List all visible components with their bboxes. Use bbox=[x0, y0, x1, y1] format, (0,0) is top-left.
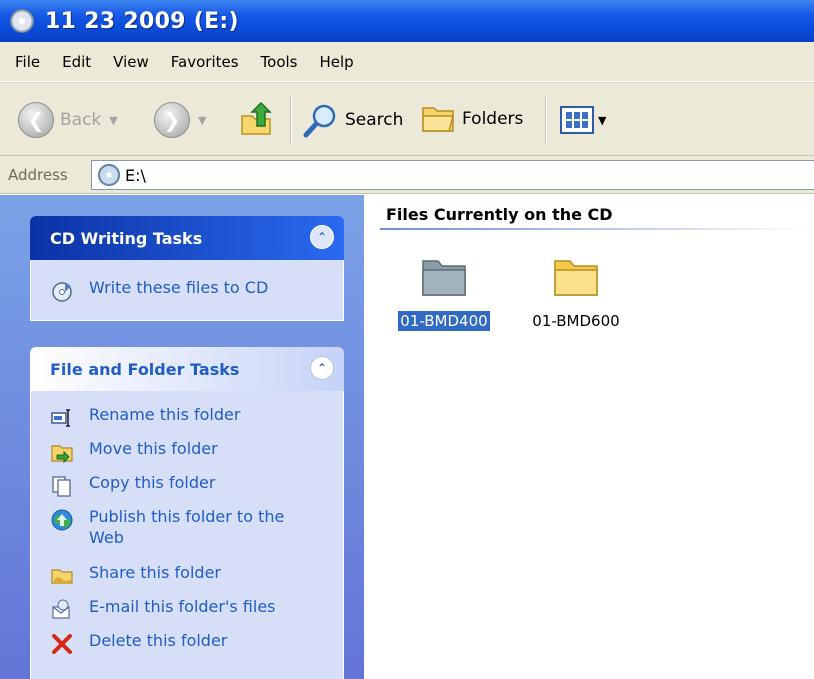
task-label: Copy this folder bbox=[89, 473, 216, 492]
share-icon bbox=[51, 569, 73, 584]
task-move-folder[interactable]: Move this folder bbox=[31, 435, 343, 469]
back-dropdown-icon[interactable]: ▼ bbox=[109, 114, 117, 127]
back-button[interactable]: ❮ Back ▼ bbox=[18, 102, 118, 138]
views-button[interactable]: ▼ bbox=[560, 106, 606, 134]
cd-writing-tasks-header[interactable]: CD Writing Tasks ⌃ bbox=[30, 216, 344, 260]
copy-icon bbox=[52, 476, 71, 497]
task-label: Share this folder bbox=[89, 563, 221, 582]
forward-arrow-icon: ❯ bbox=[154, 102, 190, 138]
address-bar: Address E:\ bbox=[0, 156, 814, 194]
menu-file[interactable]: File bbox=[0, 53, 51, 71]
address-label: Address bbox=[8, 165, 68, 184]
back-label: Back bbox=[60, 110, 102, 130]
address-value: E:\ bbox=[125, 165, 146, 185]
folder-name[interactable]: 01-BMD400 bbox=[398, 311, 490, 331]
folder-icon bbox=[422, 260, 466, 296]
delete-icon bbox=[52, 634, 72, 654]
views-dropdown-icon[interactable]: ▼ bbox=[598, 114, 606, 127]
task-label: E-mail this folder's files bbox=[89, 597, 276, 616]
email-icon bbox=[52, 599, 70, 619]
menu-edit[interactable]: Edit bbox=[51, 53, 102, 71]
write-cd-icon bbox=[52, 282, 72, 302]
panel-title: File and Folder Tasks bbox=[50, 359, 240, 379]
panel-title: CD Writing Tasks bbox=[50, 228, 203, 248]
task-copy-folder[interactable]: Copy this folder bbox=[31, 469, 343, 503]
menu-tools[interactable]: Tools bbox=[250, 53, 309, 71]
folders-icon bbox=[422, 107, 454, 132]
file-list-area[interactable]: Files Currently on the CD 01-BMD400 01-B… bbox=[364, 195, 814, 679]
task-write-files-to-cd[interactable]: Write these files to CD bbox=[31, 274, 343, 308]
folder-icon bbox=[554, 260, 598, 296]
search-button[interactable]: Search bbox=[303, 102, 403, 138]
publish-web-icon bbox=[51, 509, 73, 531]
up-button[interactable] bbox=[240, 102, 272, 136]
menu-help[interactable]: Help bbox=[309, 53, 365, 71]
file-folder-tasks-header[interactable]: File and Folder Tasks ⌃ bbox=[30, 347, 344, 391]
collapse-chevron-icon[interactable]: ⌃ bbox=[310, 356, 334, 380]
views-icon bbox=[560, 106, 594, 134]
cd-writing-tasks-body: Write these files to CD bbox=[30, 260, 344, 321]
task-delete-folder[interactable]: Delete this folder bbox=[31, 627, 343, 661]
file-folder-tasks-body: Rename this folder Move this folder Copy… bbox=[30, 391, 344, 679]
folder-up-icon bbox=[241, 102, 272, 135]
folders-label: Folders bbox=[462, 109, 524, 129]
toolbar-separator bbox=[545, 95, 547, 145]
collapse-chevron-icon[interactable]: ⌃ bbox=[310, 225, 334, 249]
task-label: Rename this folder bbox=[89, 405, 241, 424]
folder-item[interactable]: 01-BMD400 bbox=[392, 255, 496, 331]
title-bar[interactable]: 11 23 2009 (E:) bbox=[0, 0, 814, 42]
folders-button[interactable]: Folders bbox=[420, 102, 523, 136]
task-label: Publish this folder to the Web bbox=[89, 507, 285, 547]
rename-icon bbox=[51, 409, 70, 427]
cd-drive-icon bbox=[10, 9, 34, 33]
group-divider bbox=[380, 228, 814, 230]
task-email-folder-files[interactable]: E-mail this folder's files bbox=[31, 593, 343, 627]
forward-dropdown-icon[interactable]: ▼ bbox=[198, 114, 206, 127]
toolbar-separator bbox=[290, 95, 292, 145]
menu-favorites[interactable]: Favorites bbox=[160, 53, 250, 71]
menu-view[interactable]: View bbox=[102, 53, 160, 71]
search-label: Search bbox=[345, 110, 404, 130]
folder-item[interactable]: 01-BMD600 bbox=[524, 255, 628, 331]
forward-button[interactable]: ❯ ▼ bbox=[154, 102, 206, 138]
task-label: Delete this folder bbox=[89, 631, 228, 650]
back-arrow-icon: ❮ bbox=[18, 102, 54, 138]
task-label: Write these files to CD bbox=[89, 278, 269, 297]
group-header: Files Currently on the CD bbox=[386, 205, 613, 224]
window-title: 11 23 2009 (E:) bbox=[45, 8, 239, 34]
folder-name[interactable]: 01-BMD600 bbox=[530, 311, 621, 331]
task-publish-folder-web[interactable]: Publish this folder to the Web bbox=[31, 503, 343, 559]
move-icon bbox=[51, 445, 73, 463]
toolbar: ❮ Back ▼ ❯ ▼ Search Folders ▼ bbox=[0, 82, 814, 156]
address-input[interactable]: E:\ bbox=[91, 160, 814, 190]
task-label: Move this folder bbox=[89, 439, 218, 458]
task-rename-folder[interactable]: Rename this folder bbox=[31, 401, 343, 435]
menu-bar: File Edit View Favorites Tools Help bbox=[0, 42, 814, 82]
task-share-folder[interactable]: Share this folder bbox=[31, 559, 343, 593]
search-icon bbox=[303, 104, 336, 138]
cd-drive-icon bbox=[98, 164, 120, 186]
task-pane: CD Writing Tasks ⌃ Write these files to … bbox=[0, 195, 364, 679]
cd-writing-tasks-panel: CD Writing Tasks ⌃ Write these files to … bbox=[30, 216, 344, 321]
file-folder-tasks-panel: File and Folder Tasks ⌃ Rename this fold… bbox=[30, 347, 344, 679]
